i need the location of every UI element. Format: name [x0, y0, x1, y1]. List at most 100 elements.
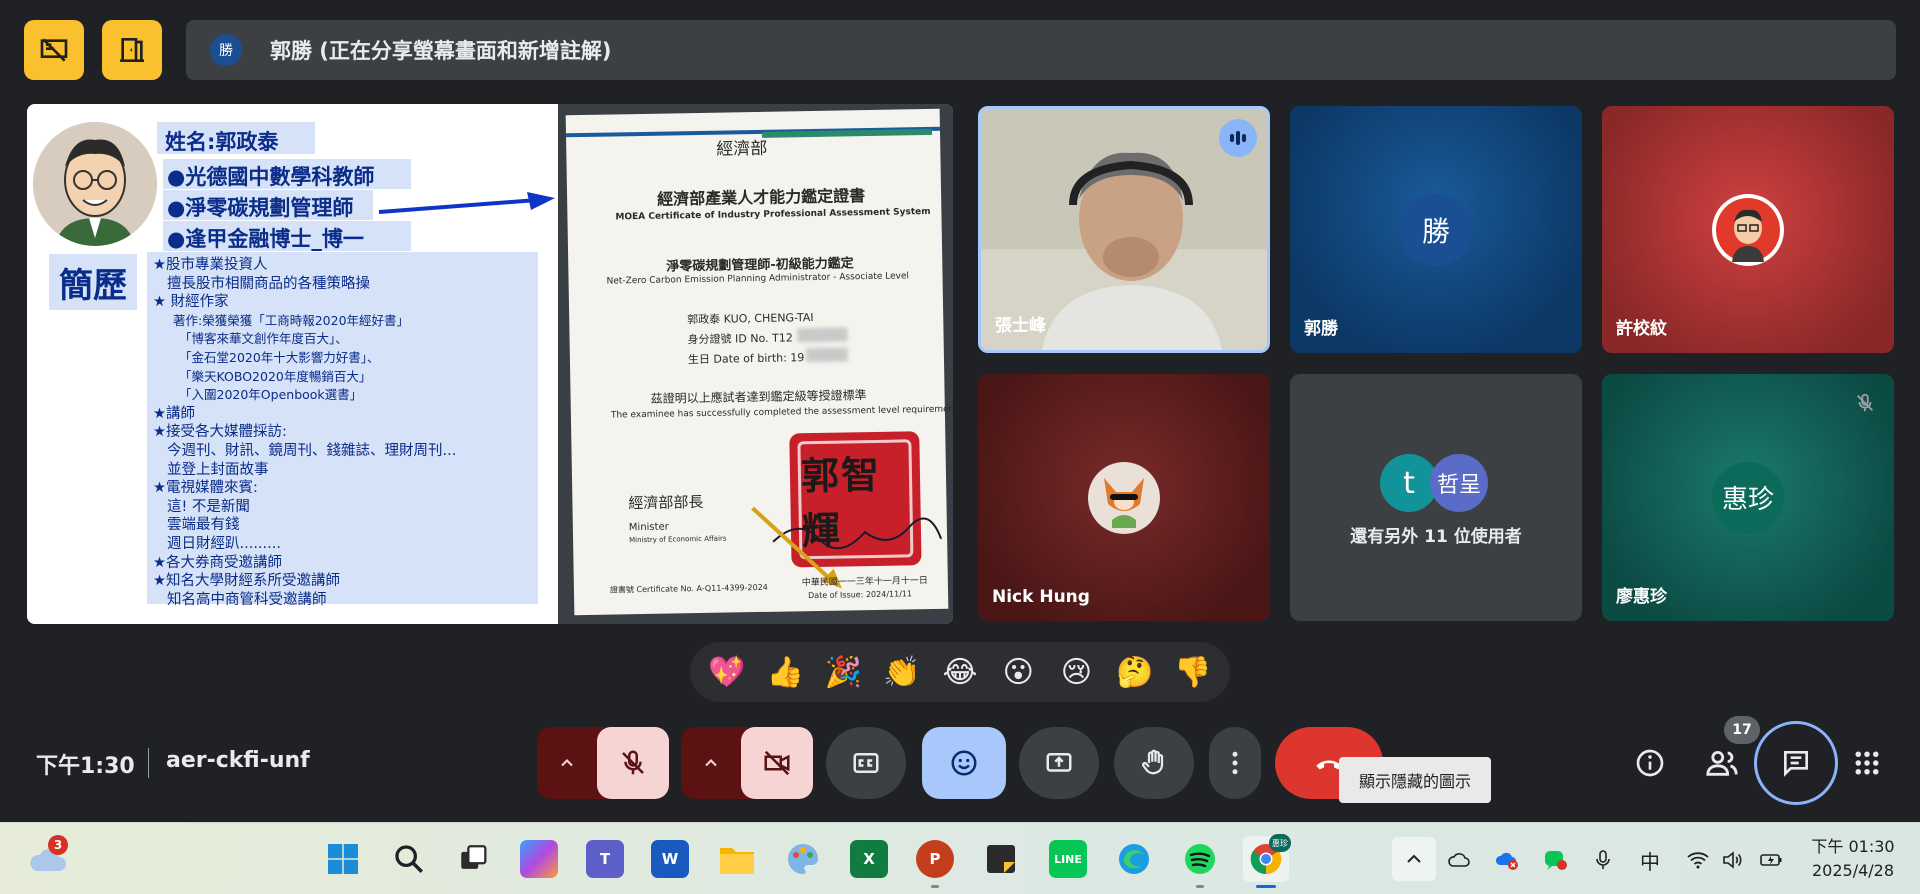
resume-line: 知名高中商管科受邀講師: [167, 591, 327, 608]
muted-indicator: [1848, 386, 1882, 420]
taskbar: T W X P LINE 惠珍 中 下午 01:30 2025/4/28: [0, 822, 1920, 894]
audio-level-icon: [1230, 131, 1246, 145]
others-tile[interactable]: t 哲呈 還有另外 11 位使用者: [1290, 374, 1582, 621]
participant-tile-0[interactable]: 張士峰: [978, 106, 1270, 353]
microphone-tray[interactable]: [1590, 847, 1616, 873]
clock-time: 下午 01:30: [1811, 837, 1895, 856]
show-hidden-icons-button[interactable]: [1392, 837, 1436, 881]
excel-app[interactable]: X: [846, 836, 892, 882]
resume-line: ★股市專業投資人: [153, 257, 268, 273]
chrome-app[interactable]: 惠珍: [1243, 834, 1291, 888]
search-icon: [395, 845, 424, 874]
activities-button[interactable]: [1842, 738, 1892, 788]
audio-options-button[interactable]: [537, 727, 597, 799]
others-count-label: 還有另外 11 位使用者: [1350, 527, 1522, 547]
start-button[interactable]: [320, 836, 366, 882]
layout-button[interactable]: [102, 20, 162, 80]
battery-tray[interactable]: [1756, 847, 1786, 873]
line-chat-icon: [1545, 851, 1567, 870]
presenter-status: 郭勝 (正在分享螢幕畫面和新增註解): [270, 39, 612, 63]
reaction-crying-button[interactable]: 😢: [1050, 655, 1102, 690]
present-screen-button[interactable]: [1019, 727, 1099, 799]
toggle-camera-button[interactable]: [741, 727, 813, 799]
participant-avatar: [1712, 193, 1784, 266]
sticky-notes-app[interactable]: [978, 836, 1024, 882]
chat-button[interactable]: [1754, 721, 1838, 805]
presenter-avatar: 勝: [210, 34, 242, 66]
powerpoint-app[interactable]: P: [912, 836, 958, 888]
line-app[interactable]: LINE: [1045, 836, 1091, 882]
resume-line: 「金石堂2020年十大影響力好書」、: [179, 349, 380, 365]
word-app[interactable]: W: [647, 836, 693, 882]
reaction-clapping-button[interactable]: 👏: [876, 655, 928, 690]
participant-tile-2[interactable]: 許校紋: [1602, 106, 1894, 353]
reaction-surprised-button[interactable]: 😮: [992, 655, 1044, 690]
emoji-icon: [951, 750, 977, 776]
paint-app[interactable]: [780, 836, 826, 882]
edge-icon: [1119, 844, 1149, 874]
copilot-app[interactable]: [516, 836, 562, 882]
word-icon: W: [651, 840, 689, 878]
info-icon: [1636, 749, 1664, 777]
participant-tile-1[interactable]: 勝 郭勝: [1290, 106, 1582, 353]
reaction-thumbs-up-button[interactable]: 👍: [759, 655, 811, 690]
search-button[interactable]: [386, 836, 432, 882]
reaction-thumbs-down-button[interactable]: 👎: [1167, 655, 1219, 690]
cert-course-en: Net-Zero Carbon Emission Planning Admini…: [606, 271, 910, 287]
participant-tile-5[interactable]: 惠珍 廖惠珍: [1602, 374, 1894, 621]
certificate-photo: 經濟部 經濟部產業人才能力鑑定證書 MOEA Certificate of In…: [558, 104, 953, 624]
mic-off-icon: [622, 750, 644, 775]
reactions-button[interactable]: [922, 727, 1006, 799]
present-icon: [1046, 753, 1072, 772]
reaction-party-popper-button[interactable]: 🎉: [818, 655, 870, 690]
edge-app[interactable]: [1111, 836, 1157, 882]
resume-line: 「樂天KOBO2020年度暢銷百大」: [179, 368, 372, 384]
cert-id: 身分證號 ID No. T12: [687, 331, 793, 347]
line-tray[interactable]: [1542, 847, 1568, 873]
cloud-outline-icon: [1448, 853, 1470, 867]
stop-annotation-button[interactable]: [24, 20, 84, 80]
mic-control: [537, 727, 669, 799]
onedrive-error-tray[interactable]: [1494, 847, 1520, 873]
participant-name: 張士峰: [995, 316, 1046, 336]
raise-hand-button[interactable]: [1114, 727, 1194, 799]
spotify-app[interactable]: [1177, 836, 1223, 888]
participant-avatar: [1088, 461, 1160, 534]
avatar-picture: [1716, 197, 1780, 262]
battery-charging-icon: [1760, 854, 1782, 866]
powerpoint-icon: P: [916, 840, 954, 878]
participant-tile-3[interactable]: Nick Hung: [978, 374, 1270, 621]
file-explorer-app[interactable]: [714, 836, 760, 882]
cert-minister-en: Minister: [628, 521, 669, 534]
onedrive-tray[interactable]: [1446, 847, 1472, 873]
reaction-laughing-button[interactable]: 😂: [934, 655, 986, 690]
fox-avatar-picture: [1104, 477, 1144, 528]
resume-line: ★電視媒體來賓:: [153, 480, 258, 497]
windows-logo-icon: [328, 844, 358, 874]
captions-button[interactable]: [826, 727, 906, 799]
cert-minister-zh: 經濟部部長: [628, 492, 704, 513]
running-indicator: [931, 885, 939, 888]
sticky-note-icon: [987, 845, 1015, 873]
video-options-button[interactable]: [681, 727, 741, 799]
more-options-button[interactable]: [1209, 727, 1261, 799]
wifi-icon: [1687, 852, 1709, 869]
reaction-sparkling-heart-button[interactable]: 💖: [701, 655, 753, 690]
door-icon: [120, 38, 144, 62]
resume-line: ★講師: [153, 405, 195, 422]
people-button[interactable]: [1697, 738, 1747, 788]
meeting-code: aer-ckfi-unf: [166, 748, 310, 773]
hand-icon: [1142, 749, 1164, 775]
volume-tray[interactable]: [1718, 847, 1746, 873]
meeting-details-button[interactable]: [1625, 738, 1675, 788]
toggle-mic-button[interactable]: [597, 727, 669, 799]
task-view-button[interactable]: [451, 836, 497, 882]
wifi-tray[interactable]: [1684, 847, 1712, 873]
cert-number: 證書號 Certificate No. A-Q11-4399-2024: [609, 582, 768, 595]
participant-avatar: 惠珍: [1712, 461, 1784, 534]
reaction-thinking-button[interactable]: 🤔: [1109, 655, 1161, 690]
system-clock[interactable]: 下午 01:30 2025/4/28: [1798, 835, 1908, 883]
resume-line: 「博客來華文創作年度百大」、: [179, 331, 348, 347]
teams-app[interactable]: T: [582, 836, 628, 882]
input-method-indicator[interactable]: 中: [1636, 847, 1664, 874]
